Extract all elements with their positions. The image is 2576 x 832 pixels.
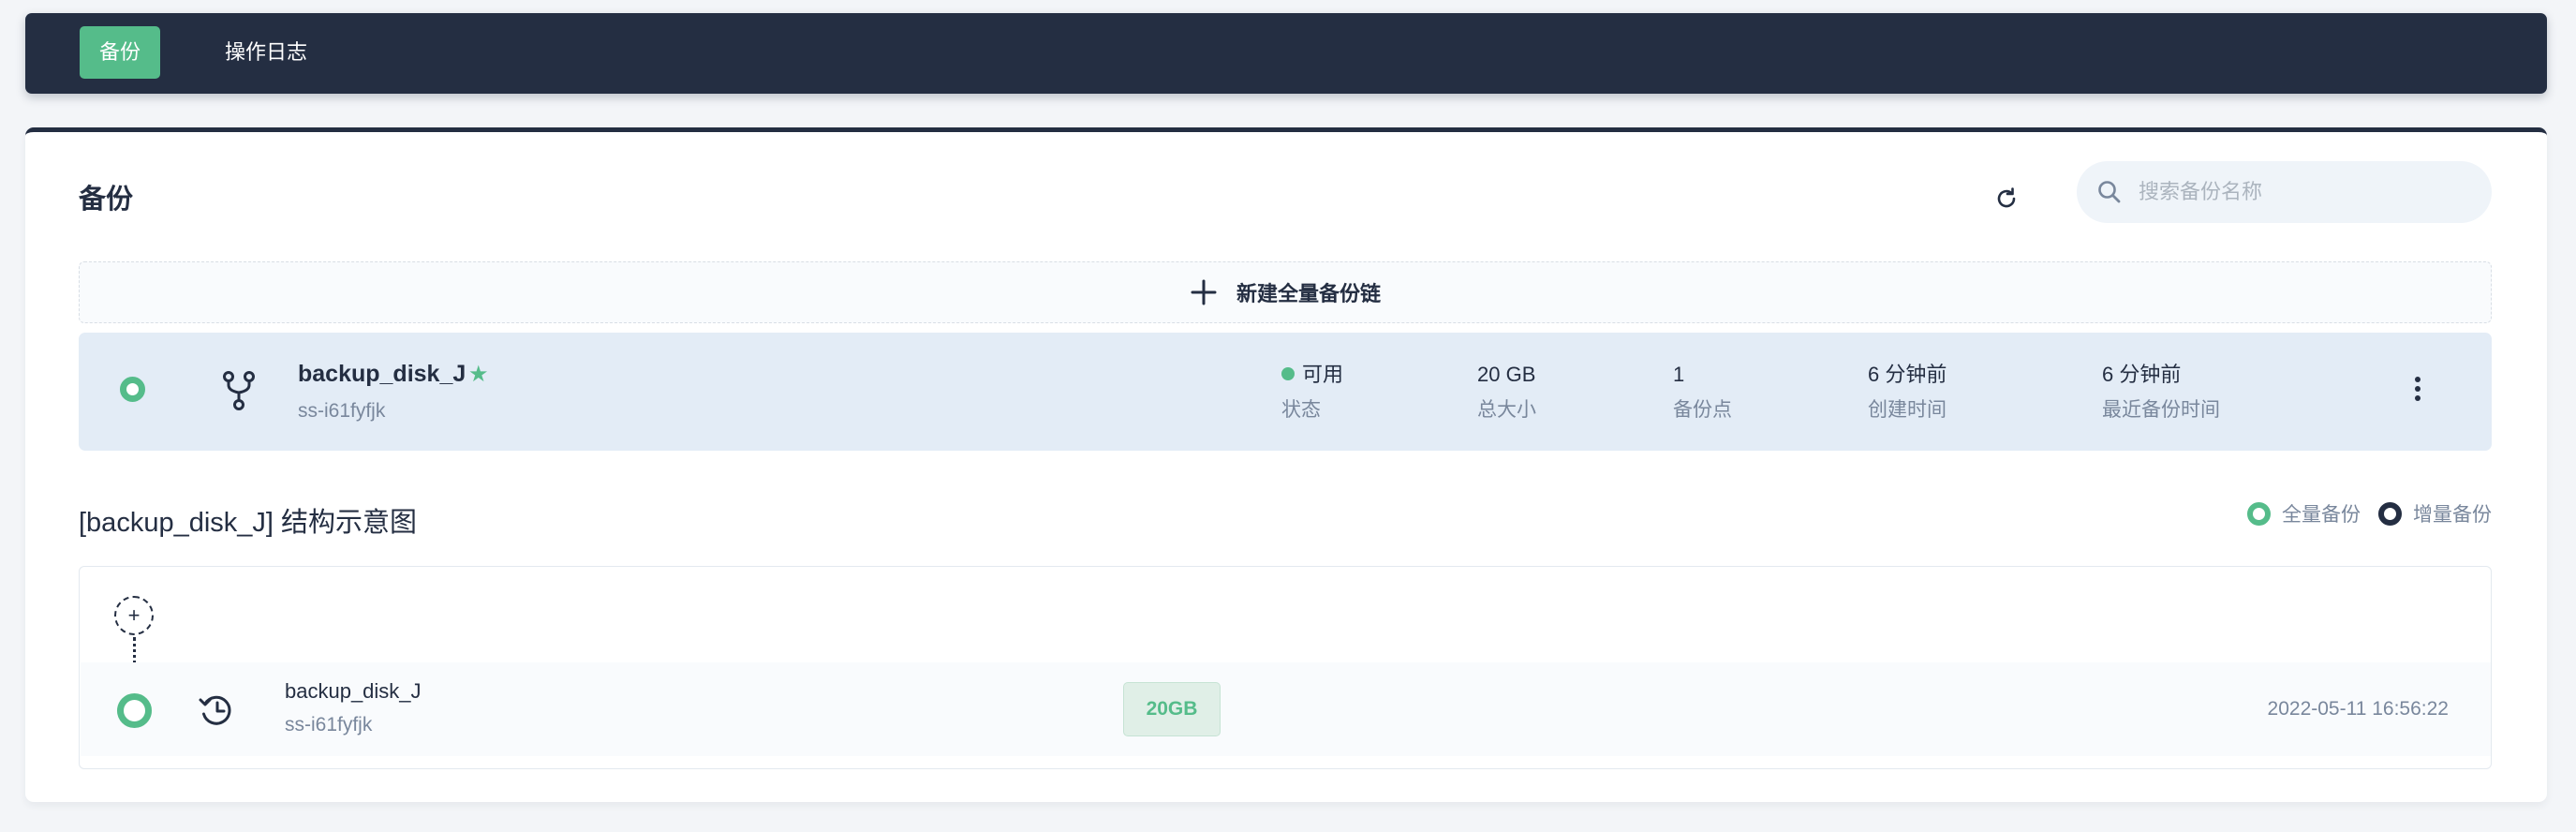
incremental-backup-legend-icon	[2378, 501, 2402, 526]
branch-icon	[223, 371, 255, 410]
backup-chain-row[interactable]: backup_disk_J ★ ss-i61fyfjk 可用 状态 20 GB …	[79, 333, 2492, 451]
search-icon	[2098, 181, 2121, 203]
last-backup-label: 最近备份时间	[2102, 399, 2220, 421]
status-value: 可用	[1302, 363, 1344, 386]
stat-status: 可用 状态	[1281, 361, 1343, 423]
created-label: 创建时间	[1868, 399, 1947, 421]
stat-created: 6 分钟前 创建时间	[1868, 361, 1947, 423]
points-value: 1	[1673, 363, 1685, 386]
search-input[interactable]	[2139, 161, 2476, 223]
backup-panel: 备份 新建全量备份链 backup_disk_J ★ ss-i61fyfjk	[25, 127, 2547, 802]
points-label: 备份点	[1673, 399, 1732, 421]
structure-diagram: + backup_disk_J ss-i61fyfjk 20GB 2022-05…	[79, 566, 2492, 769]
legend-incremental-label: 增量备份	[2413, 504, 2492, 526]
full-backup-legend-icon	[2247, 501, 2271, 526]
star-icon: ★	[468, 362, 489, 387]
stat-points: 1 备份点	[1673, 361, 1732, 423]
legend-full-label: 全量备份	[2282, 504, 2361, 526]
search-box	[2077, 161, 2492, 223]
new-full-backup-chain-button[interactable]: 新建全量备份链	[79, 261, 2492, 323]
history-icon	[199, 695, 231, 725]
backup-id: ss-i61fyfjk	[298, 400, 386, 422]
stat-last-backup: 6 分钟前 最近备份时间	[2102, 361, 2220, 423]
size-value: 20 GB	[1477, 363, 1536, 386]
new-chain-label: 新建全量备份链	[1236, 282, 1381, 305]
refresh-button[interactable]	[1990, 182, 2023, 215]
tab-operation-log[interactable]: 操作日志	[203, 26, 329, 79]
node-name: backup_disk_J	[285, 679, 422, 703]
size-label: 总大小	[1477, 399, 1536, 421]
page-title: 备份	[79, 185, 134, 215]
backup-name[interactable]: backup_disk_J	[298, 361, 466, 388]
plus-icon	[1191, 279, 1217, 305]
backup-node-row[interactable]: backup_disk_J ss-i61fyfjk 20GB 2022-05-1…	[81, 662, 2491, 756]
add-backup-node[interactable]: +	[114, 596, 154, 635]
legend-full: 全量备份	[2247, 499, 2361, 527]
stat-size: 20 GB 总大小	[1477, 361, 1536, 423]
created-value: 6 分钟前	[1868, 363, 1947, 386]
full-backup-indicator	[120, 377, 145, 402]
status-label: 状态	[1281, 399, 1321, 421]
structure-title: [backup_disk_J] 结构示意图	[79, 508, 418, 538]
node-timestamp: 2022-05-11 16:56:22	[2267, 698, 2449, 720]
status-dot-icon	[1281, 367, 1295, 380]
refresh-icon	[1997, 187, 2016, 208]
top-nav: 备份 操作日志	[25, 13, 2547, 94]
node-id: ss-i61fyfjk	[285, 714, 373, 735]
legend-incremental: 增量备份	[2378, 499, 2492, 527]
node-size-badge: 20GB	[1123, 682, 1221, 736]
tab-backup[interactable]: 备份	[80, 26, 160, 79]
full-backup-node	[117, 693, 152, 728]
last-backup-value: 6 分钟前	[2102, 363, 2182, 386]
more-icon[interactable]	[2411, 373, 2424, 410]
